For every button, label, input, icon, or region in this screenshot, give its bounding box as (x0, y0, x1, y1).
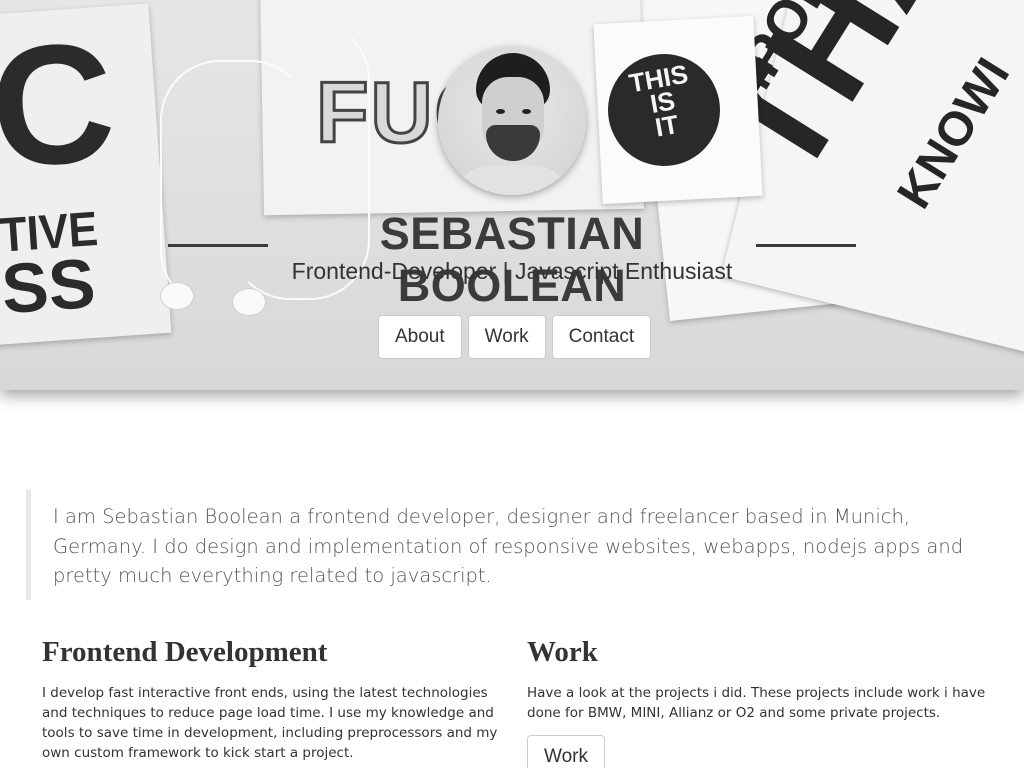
earbud-icon (160, 282, 194, 310)
poster-left: C TIVE SS (0, 3, 172, 347)
section-frontend-text: I develop fast interactive front ends, u… (42, 685, 498, 761)
section-work-title: Work (527, 636, 598, 668)
name-divider-left (168, 244, 268, 247)
intro-text: I am Sebastian Boolean a frontend develo… (53, 505, 964, 587)
avatar-eye-left (496, 109, 505, 114)
avatar-eye-right (522, 109, 531, 114)
section-frontend: Frontend Development I develop fast inte… (42, 636, 502, 763)
section-work: Work Have a look at the projects i did. … (527, 636, 987, 768)
name-divider-right (756, 244, 856, 247)
nav-about-button[interactable]: About (378, 315, 462, 359)
avatar (438, 47, 586, 195)
work-button[interactable]: Work (527, 735, 605, 768)
earbud-icon-2 (232, 288, 266, 316)
section-work-text: Have a look at the projects i did. These… (527, 685, 986, 721)
avatar-shirt (452, 165, 572, 195)
avatar-beard (486, 125, 540, 161)
section-frontend-title: Frontend Development (42, 636, 328, 668)
tagline: Frontend-Developer | Javascript Enthusia… (291, 258, 733, 284)
main-nav: About Work Contact (378, 315, 652, 359)
nav-work-button[interactable]: Work (467, 315, 546, 359)
name-row: SEBASTIAN BOOLEAN (0, 208, 1024, 311)
poster-left-letter: C (0, 6, 115, 205)
hero-header: C TIVE SS IMPOR THA KNOWI FUC THIS IS IT… (0, 0, 1024, 390)
intro-quote: I am Sebastian Boolean a frontend develo… (26, 490, 996, 600)
nav-contact-button[interactable]: Contact (551, 315, 652, 359)
